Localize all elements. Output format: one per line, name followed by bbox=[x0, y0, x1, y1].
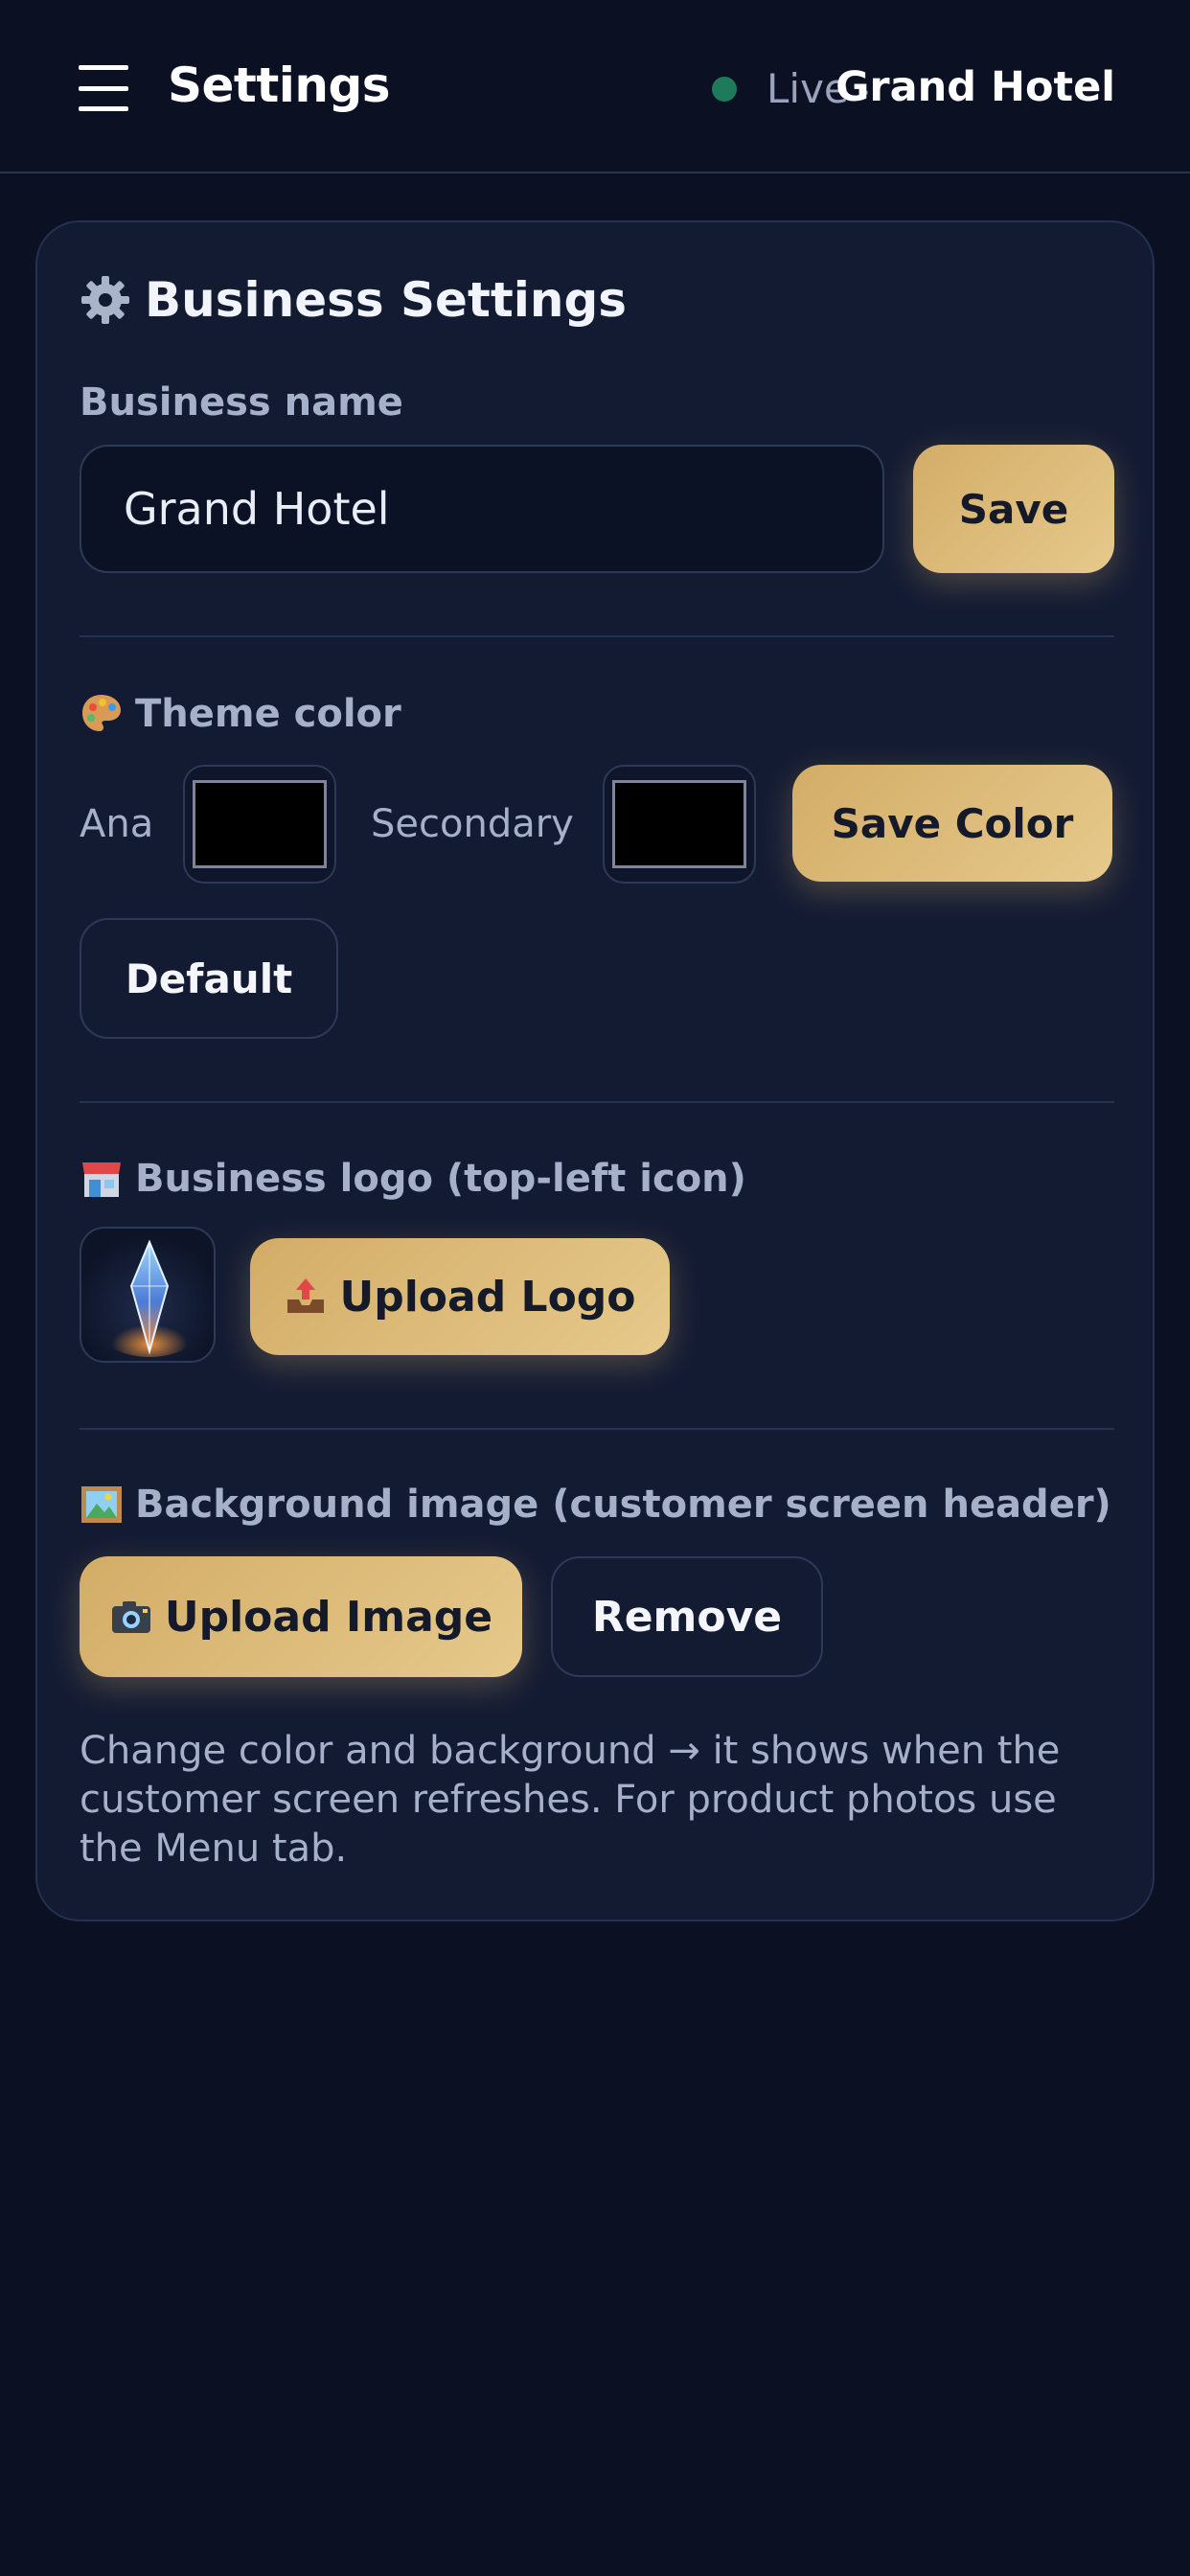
business-logo-preview bbox=[80, 1227, 216, 1363]
primary-color-picker[interactable] bbox=[183, 765, 336, 884]
business-name-input[interactable]: Grand Hotel bbox=[80, 445, 884, 573]
divider bbox=[80, 635, 1114, 637]
camera-icon bbox=[109, 1595, 153, 1639]
remove-image-button[interactable]: Remove bbox=[551, 1556, 823, 1677]
business-settings-card: Business Settings Business name Grand Ho… bbox=[35, 220, 1155, 1921]
primary-color-swatch bbox=[193, 780, 327, 868]
primary-color-label: Ana bbox=[80, 802, 154, 846]
page-title: Settings bbox=[168, 58, 391, 113]
business-logo-label: Business logo (top-left icon) bbox=[80, 1157, 746, 1201]
store-icon bbox=[80, 1157, 124, 1201]
hamburger-menu-icon[interactable] bbox=[79, 63, 128, 113]
upload-logo-label: Upload Logo bbox=[339, 1272, 636, 1322]
gear-icon bbox=[80, 274, 131, 326]
upload-image-label: Upload Image bbox=[164, 1592, 493, 1642]
divider bbox=[80, 1428, 1114, 1430]
logo-image bbox=[102, 1239, 197, 1357]
divider bbox=[80, 1101, 1114, 1103]
background-image-text: Background image (customer screen header… bbox=[135, 1483, 1111, 1527]
background-image-label: Background image (customer screen header… bbox=[80, 1483, 1111, 1527]
save-color-button[interactable]: Save Color bbox=[792, 765, 1112, 882]
framed-picture-icon bbox=[80, 1483, 124, 1527]
secondary-color-label: Secondary bbox=[371, 802, 574, 846]
theme-color-text: Theme color bbox=[135, 692, 401, 736]
card-title-text: Business Settings bbox=[145, 272, 628, 328]
palette-icon bbox=[80, 692, 124, 736]
default-color-button[interactable]: Default bbox=[80, 918, 338, 1039]
upload-image-button[interactable]: Upload Image bbox=[80, 1556, 522, 1677]
top-bar: Settings Live · Grand Hotel bbox=[0, 0, 1190, 173]
business-name-label: Business name bbox=[80, 380, 403, 425]
business-logo-text: Business logo (top-left icon) bbox=[135, 1157, 746, 1201]
live-status-dot bbox=[712, 77, 737, 102]
save-business-name-button[interactable]: Save bbox=[913, 445, 1114, 573]
secondary-color-swatch bbox=[612, 780, 746, 868]
upload-logo-button[interactable]: Upload Logo bbox=[250, 1238, 670, 1355]
outbox-tray-icon bbox=[284, 1275, 328, 1319]
header-business-name: Grand Hotel bbox=[835, 63, 1115, 111]
card-title: Business Settings bbox=[80, 272, 627, 328]
secondary-color-picker[interactable] bbox=[603, 765, 756, 884]
help-note: Change color and background → it shows w… bbox=[80, 1729, 1061, 1871]
theme-color-label: Theme color bbox=[80, 692, 401, 736]
